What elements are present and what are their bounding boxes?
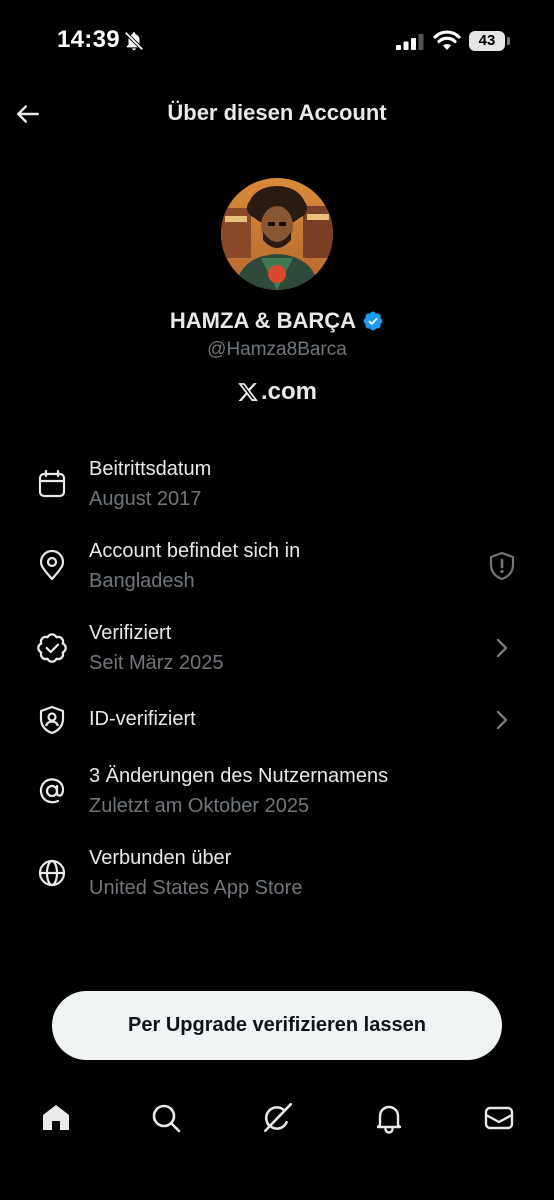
info-title: Verifiziert (89, 622, 172, 644)
page-title: Über diesen Account (167, 100, 387, 125)
info-item-connected-via: Verbunden über United States App Store (0, 847, 554, 917)
info-item-join-date: Beitrittsdatum August 2017 (0, 458, 554, 528)
avatar-illustration (221, 178, 333, 290)
info-subtitle: Zuletzt am Oktober 2025 (89, 795, 310, 817)
verified-badge-icon[interactable] (362, 310, 384, 332)
nav-messages[interactable] (481, 1100, 517, 1136)
id-shield-icon (39, 705, 65, 735)
status-bar: 14:39 43 (0, 0, 554, 84)
info-subtitle: Seit März 2025 (89, 652, 224, 674)
wifi-icon (433, 30, 461, 50)
cellular-signal-icon (396, 34, 424, 50)
chevron-right-icon (496, 638, 508, 658)
nav-search[interactable] (148, 1100, 184, 1136)
display-name: HAMZA & BARÇA (169, 308, 357, 333)
info-item-verified[interactable]: Verifiziert Seit März 2025 (0, 622, 554, 692)
brand-row: .com (0, 378, 554, 406)
avatar[interactable] (221, 178, 333, 290)
bell-off-icon (124, 31, 144, 51)
brand-domain: .com (260, 378, 317, 405)
info-title: ID-verifiziert (89, 708, 196, 730)
info-subtitle: United States App Store (89, 877, 303, 899)
info-item-id-verified[interactable]: ID-verifiziert (0, 704, 554, 774)
grok-icon (264, 1102, 293, 1133)
at-sign-icon (39, 778, 65, 804)
user-handle: @Hamza8Barca (207, 339, 347, 360)
mail-icon (484, 1106, 514, 1130)
bell-icon (376, 1105, 402, 1134)
info-subtitle: August 2017 (89, 488, 202, 510)
verified-seal-icon (37, 633, 67, 663)
status-time: 14:39 (57, 26, 120, 53)
info-title: 3 Änderungen des Nutzernamens (89, 765, 389, 787)
battery-nub (507, 37, 510, 45)
x-logo-icon (238, 383, 258, 401)
home-icon (43, 1105, 69, 1130)
info-item-location: Account befindet sich in Bangladesh (0, 540, 554, 610)
location-pin-icon (39, 550, 65, 581)
info-title: Account befindet sich in (89, 540, 301, 562)
nav-home[interactable] (38, 1100, 74, 1136)
globe-icon (38, 859, 66, 887)
shield-alert-icon[interactable] (486, 550, 518, 582)
bottom-nav (0, 1090, 554, 1150)
upgrade-verify-button[interactable]: Per Upgrade verifizieren lassen (52, 991, 502, 1060)
calendar-icon (38, 469, 66, 498)
search-icon (152, 1104, 181, 1133)
nav-grok[interactable] (259, 1100, 295, 1136)
nav-notifications[interactable] (371, 1100, 407, 1136)
display-name-row: HAMZA & BARÇA (0, 308, 554, 334)
info-title: Beitrittsdatum (89, 458, 212, 480)
info-item-username-changes: 3 Änderungen des Nutzernamens Zuletzt am… (0, 765, 554, 835)
battery-level: 43 (469, 31, 505, 51)
info-subtitle: Bangladesh (89, 570, 195, 592)
info-title: Verbunden über (89, 847, 232, 869)
chevron-right-icon (496, 710, 508, 730)
